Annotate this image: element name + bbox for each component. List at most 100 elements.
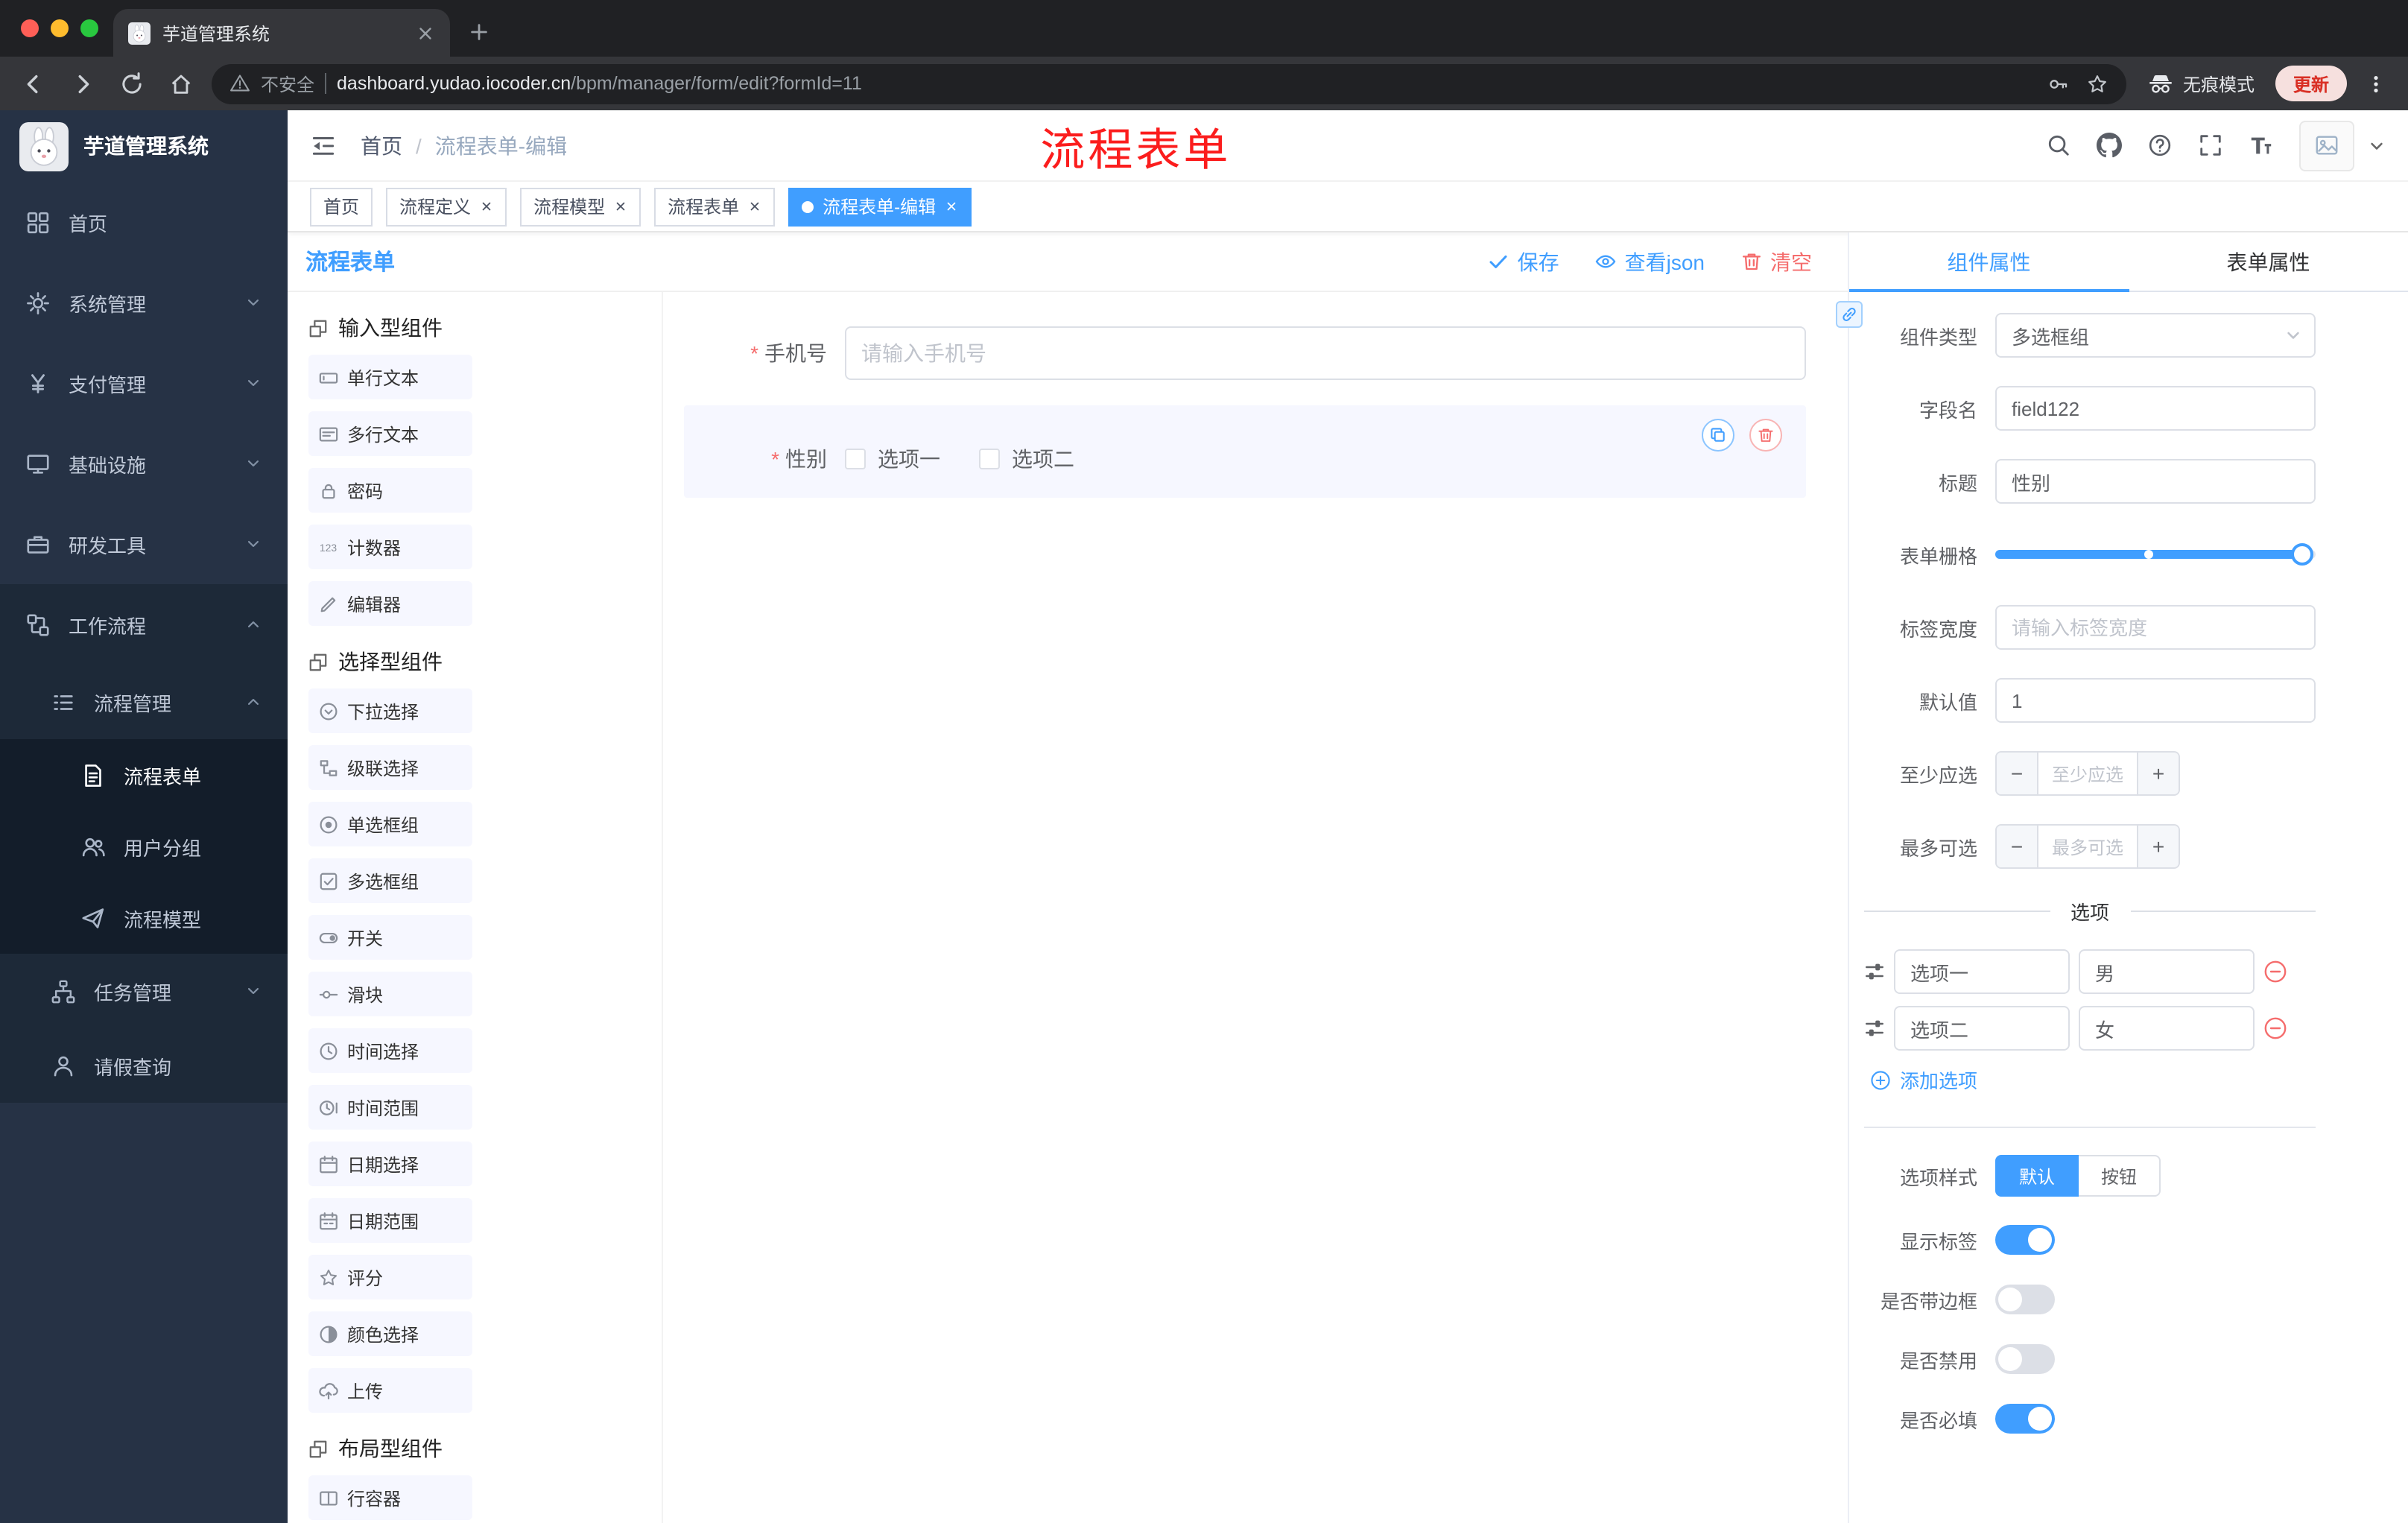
forward-button[interactable] — [70, 71, 95, 96]
palette-item[interactable]: 开关 — [308, 915, 472, 960]
palette-item[interactable]: 编辑器 — [308, 581, 472, 626]
palette-item[interactable]: 多行文本 — [308, 411, 472, 456]
field-name-input[interactable] — [1995, 386, 2316, 431]
breadcrumb-home[interactable]: 首页 — [361, 130, 402, 160]
delete-component-button[interactable] — [1749, 419, 1782, 452]
tag-item[interactable]: 流程模型 — [520, 187, 641, 226]
address-bar[interactable]: 不安全 dashboard.yudao.iocoder.cn/bpm/manag… — [212, 63, 2126, 104]
palette-item[interactable]: 日期范围 — [308, 1198, 472, 1243]
new-tab-button[interactable] — [468, 21, 490, 43]
back-button[interactable] — [21, 71, 46, 96]
switch-toggle[interactable] — [1995, 1285, 2055, 1314]
min-select-placeholder[interactable]: 至少应选 — [2038, 753, 2137, 794]
window-minimize-button[interactable] — [51, 19, 69, 37]
tag-item[interactable]: 流程表单 — [654, 187, 776, 226]
label-width-input[interactable] — [1995, 605, 2316, 650]
palette-item[interactable]: 单选框组 — [308, 802, 472, 846]
window-close-button[interactable] — [21, 19, 39, 37]
palette-item[interactable]: 颜色选择 — [308, 1311, 472, 1356]
clear-button[interactable]: 清空 — [1740, 247, 1812, 276]
tab-component-props[interactable]: 组件属性 — [1849, 232, 2129, 292]
gender-option-2[interactable]: 选项二 — [979, 444, 1074, 474]
avatar[interactable] — [2299, 120, 2354, 171]
title-input[interactable] — [1995, 459, 2316, 504]
option-label-input[interactable] — [1894, 949, 2070, 994]
palette-item[interactable]: 日期选择 — [308, 1142, 472, 1186]
switch-toggle[interactable] — [1995, 1404, 2055, 1434]
palette-item[interactable]: 单行文本 — [308, 355, 472, 399]
component-type-select[interactable]: 多选框组 — [1995, 313, 2316, 358]
decrease-button[interactable]: − — [1997, 826, 2038, 867]
phone-input[interactable] — [845, 326, 1806, 380]
sidebar-item-system[interactable]: 系统管理 — [0, 262, 288, 343]
default-value-input[interactable] — [1995, 678, 2316, 723]
decrease-button[interactable]: − — [1997, 753, 2038, 794]
palette-item[interactable]: 密码 — [308, 468, 472, 513]
fullscreen-icon[interactable] — [2198, 133, 2223, 158]
switch-toggle[interactable] — [1995, 1225, 2055, 1255]
link-badge-icon[interactable] — [1836, 301, 1863, 328]
sidebar-item-process-form[interactable]: 流程表单 — [0, 739, 288, 811]
sidebar-item-task-mgmt[interactable]: 任务管理 — [0, 954, 288, 1028]
browser-update-button[interactable]: 更新 — [2275, 66, 2347, 101]
option-value-input[interactable] — [2079, 1006, 2255, 1051]
style-button-button[interactable]: 按钮 — [2079, 1155, 2161, 1197]
palette-item[interactable]: 时间选择 — [308, 1028, 472, 1073]
avatar-caret-icon[interactable] — [2368, 136, 2386, 154]
sidebar-item-devtool[interactable]: 研发工具 — [0, 504, 288, 584]
increase-button[interactable]: + — [2137, 826, 2179, 867]
browser-tab[interactable]: 芋道管理系统 — [113, 9, 450, 57]
option-label-input[interactable] — [1894, 1006, 2070, 1051]
palette-item[interactable]: 上传 — [308, 1368, 472, 1413]
sidebar-item-infra[interactable]: 基础设施 — [0, 423, 288, 504]
slider-handle[interactable] — [2291, 543, 2314, 566]
drag-handle-icon[interactable] — [1864, 1018, 1885, 1039]
checkbox[interactable] — [979, 449, 1000, 469]
security-warning-icon[interactable] — [229, 73, 250, 94]
tag-close-icon[interactable] — [748, 200, 761, 213]
save-button[interactable]: 保存 — [1488, 247, 1559, 276]
gender-field-selected[interactable]: 性别 选项一 选项二 — [684, 405, 1806, 498]
palette-item[interactable]: 级联选择 — [308, 745, 472, 790]
tag-item[interactable]: 首页 — [310, 187, 373, 226]
copy-component-button[interactable] — [1702, 419, 1734, 452]
search-icon[interactable] — [2046, 133, 2071, 158]
option-value-input[interactable] — [2079, 949, 2255, 994]
max-select-placeholder[interactable]: 最多可选 — [2038, 826, 2137, 867]
view-json-button[interactable]: 查看json — [1595, 247, 1705, 276]
gender-option-1[interactable]: 选项一 — [845, 444, 940, 474]
switch-toggle[interactable] — [1995, 1344, 2055, 1374]
sidebar-logo[interactable]: 芋道管理系统 — [0, 110, 288, 182]
window-zoom-button[interactable] — [80, 19, 98, 37]
style-default-button[interactable]: 默认 — [1995, 1155, 2079, 1197]
password-key-icon[interactable] — [2047, 72, 2070, 95]
sidebar-item-home[interactable]: 首页 — [0, 182, 288, 262]
grid-slider[interactable] — [1995, 532, 2316, 577]
add-option-button[interactable]: 添加选项 — [1870, 1066, 2316, 1094]
phone-field-row[interactable]: 手机号 — [684, 313, 1806, 393]
palette-item[interactable]: 下拉选择 — [308, 688, 472, 733]
palette-item[interactable]: 时间范围 — [308, 1085, 472, 1130]
reload-button[interactable] — [119, 71, 145, 96]
sidebar-toggle-button[interactable] — [310, 132, 337, 159]
sidebar-item-user-group[interactable]: 用户分组 — [0, 811, 288, 882]
sidebar-item-payment[interactable]: 支付管理 — [0, 343, 288, 423]
tab-form-props[interactable]: 表单属性 — [2129, 232, 2408, 291]
increase-button[interactable]: + — [2137, 753, 2179, 794]
tag-item[interactable]: 流程定义 — [386, 187, 507, 226]
tag-item[interactable]: 流程表单-编辑 — [788, 187, 972, 226]
tag-close-icon[interactable] — [480, 200, 493, 213]
help-icon[interactable] — [2147, 133, 2173, 158]
sidebar-item-process-model[interactable]: 流程模型 — [0, 882, 288, 954]
tab-close-icon[interactable] — [416, 23, 435, 42]
bookmark-star-icon[interactable] — [2086, 72, 2108, 95]
sidebar-item-leave-query[interactable]: 请假查询 — [0, 1028, 288, 1103]
palette-item[interactable]: 滑块 — [308, 972, 472, 1016]
sidebar-item-workflow[interactable]: 工作流程 — [0, 584, 288, 665]
font-size-icon[interactable] — [2249, 133, 2274, 158]
palette-item[interactable]: 123 计数器 — [308, 525, 472, 569]
sidebar-item-process-mgmt[interactable]: 流程管理 — [0, 665, 288, 739]
tag-close-icon[interactable] — [614, 200, 627, 213]
browser-menu-icon[interactable] — [2365, 72, 2387, 95]
remove-option-icon[interactable] — [2263, 1016, 2287, 1040]
